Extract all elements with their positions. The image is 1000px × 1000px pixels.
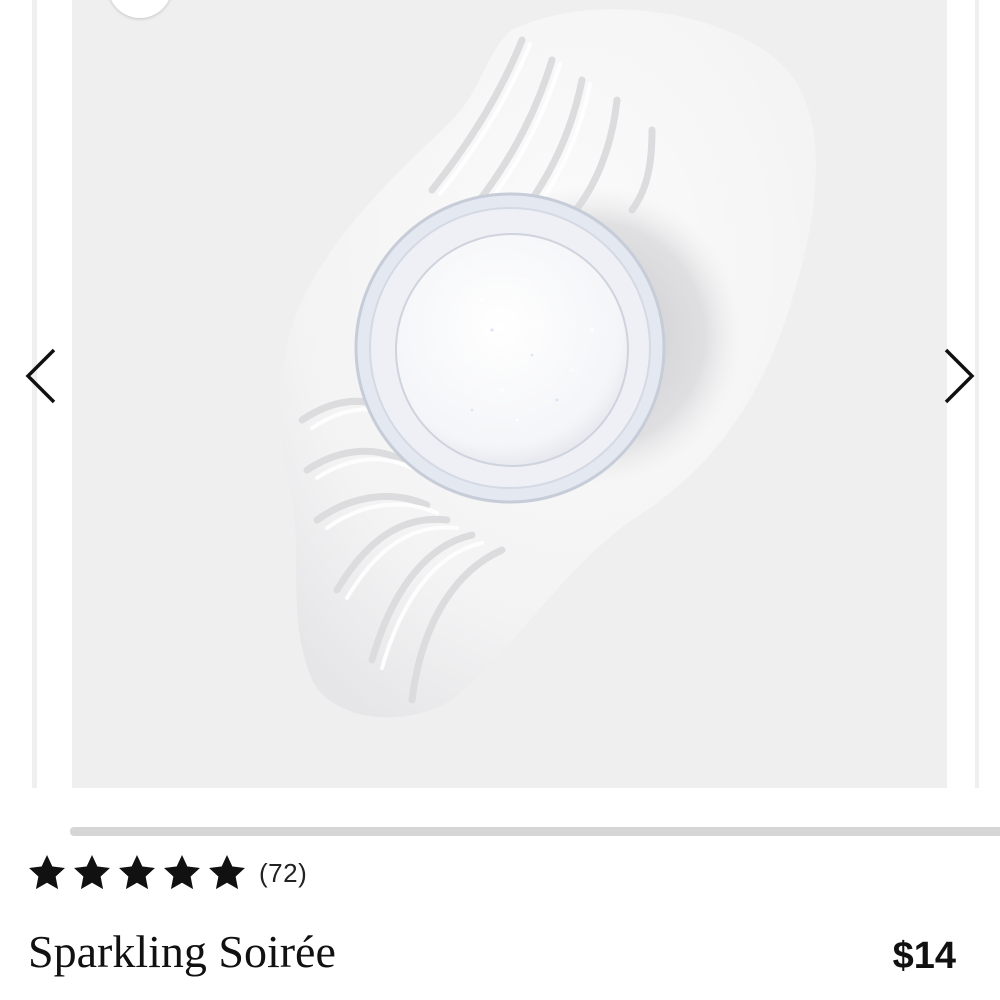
- star-icon: [119, 854, 155, 890]
- star-icon: [209, 854, 245, 890]
- star-icon: [164, 854, 200, 890]
- product-image-carousel[interactable]: [0, 0, 1000, 790]
- gallery-scrollbar-thumb[interactable]: [70, 827, 1000, 836]
- product-price: $14: [892, 935, 956, 977]
- product-page: (72) Sparkling Soirée $14: [0, 0, 1000, 1000]
- star-rating: [28, 854, 253, 892]
- chevron-left-icon: [20, 344, 60, 408]
- chevron-right-icon: [940, 344, 980, 408]
- carousel-prev-button[interactable]: [20, 344, 60, 408]
- product-rating[interactable]: (72): [28, 852, 307, 894]
- product-title: Sparkling Soirée: [28, 926, 336, 977]
- star-icon: [29, 854, 65, 890]
- star-icon: [74, 854, 110, 890]
- product-image[interactable]: [72, 0, 947, 788]
- gallery-scrollbar[interactable]: [70, 827, 1000, 836]
- carousel-next-button[interactable]: [940, 344, 980, 408]
- review-count[interactable]: (72): [259, 858, 307, 889]
- glitter-swatch-image: [72, 0, 947, 788]
